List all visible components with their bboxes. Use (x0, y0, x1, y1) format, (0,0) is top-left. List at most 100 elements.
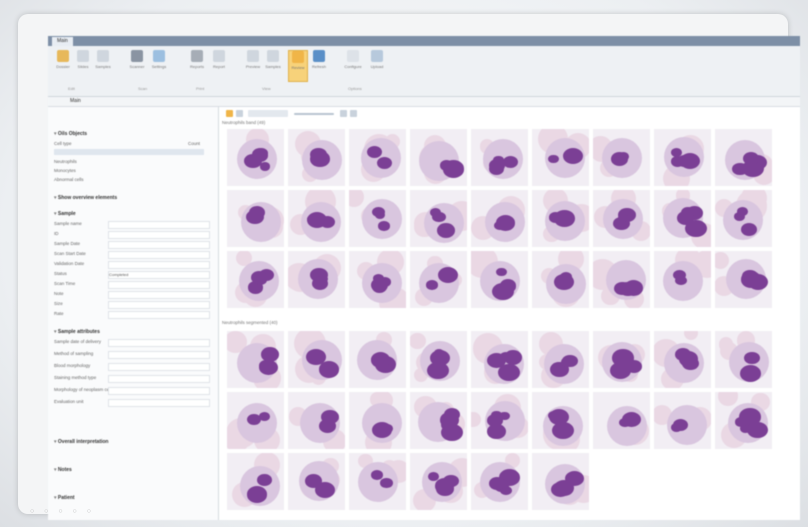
sample-field-input[interactable]: Completed (108, 271, 210, 279)
ribbon-button-2[interactable]: Samples (94, 50, 112, 69)
section-interpretation[interactable]: Overall interpretation (54, 439, 109, 445)
cell-thumbnail[interactable] (653, 391, 712, 450)
cell-type-row[interactable]: Neutrophils (54, 159, 77, 164)
cell-thumbnail[interactable] (409, 128, 468, 187)
ribbon-button-5[interactable]: Reports (188, 50, 206, 69)
sample-field-input[interactable] (108, 221, 210, 229)
cell-thumbnail[interactable] (226, 330, 285, 389)
cell-thumbnail[interactable] (226, 391, 285, 450)
cell-thumbnail[interactable] (348, 330, 407, 389)
cell-thumbnail[interactable] (653, 250, 712, 309)
attribute-field-input[interactable] (108, 399, 210, 407)
cell-thumbnail[interactable] (531, 391, 590, 450)
cell-thumbnail[interactable] (348, 391, 407, 450)
cell-thumbnail[interactable] (592, 330, 651, 389)
sample-field-input[interactable] (108, 261, 210, 269)
cell-thumbnail[interactable] (531, 128, 590, 187)
section-attributes[interactable]: Sample attributes (54, 329, 100, 335)
cell-thumbnail[interactable] (531, 189, 590, 248)
cell-thumbnail[interactable] (653, 189, 712, 248)
cell-thumbnail[interactable] (470, 452, 529, 511)
ribbon-button-7[interactable]: Preview (244, 50, 262, 69)
cell-thumbnail[interactable] (226, 250, 285, 309)
ribbon-button-6[interactable]: Report (210, 50, 228, 69)
cell-thumbnail[interactable] (470, 391, 529, 450)
cell-thumbnail[interactable] (592, 189, 651, 248)
cell-thumbnail[interactable] (653, 330, 712, 389)
cell-thumbnail[interactable] (714, 330, 773, 389)
ribbon-group-label: Options (348, 86, 362, 91)
cell-thumbnail[interactable] (470, 330, 529, 389)
ribbon-button-4[interactable]: Settings (150, 50, 168, 69)
attribute-field-input[interactable] (108, 339, 210, 347)
cell-thumbnail[interactable] (714, 128, 773, 187)
cell-thumbnail[interactable] (531, 250, 590, 309)
section-objects[interactable]: Oils Objects (54, 131, 87, 137)
cell-thumbnail[interactable] (714, 189, 773, 248)
cell-thumbnail[interactable] (226, 128, 285, 187)
cell-thumbnail[interactable] (470, 189, 529, 248)
cell-thumbnail[interactable] (714, 391, 773, 450)
tab-main[interactable]: Main (52, 37, 73, 46)
cell-type-row[interactable]: Abnormal cells (54, 177, 84, 182)
section-notes[interactable]: Notes (54, 467, 72, 473)
sample-field-input[interactable] (108, 291, 210, 299)
cell-thumbnail[interactable] (287, 330, 346, 389)
cell-type-row[interactable]: Monocytes (54, 168, 76, 173)
cell-thumbnail[interactable] (348, 128, 407, 187)
zoom-in-icon[interactable] (340, 110, 347, 117)
cell-thumbnail[interactable] (653, 128, 712, 187)
ribbon-button-0[interactable]: Dossier (54, 50, 72, 69)
ribbon-group-label: Edit (68, 86, 75, 91)
cell-thumbnail[interactable] (348, 189, 407, 248)
sample-field-input[interactable] (108, 301, 210, 309)
attribute-field-input[interactable] (108, 387, 210, 395)
cell-thumbnail[interactable] (592, 391, 651, 450)
cell-thumbnail[interactable] (470, 128, 529, 187)
cell-thumbnail[interactable] (409, 391, 468, 450)
ribbon-button-12[interactable]: Upload (368, 50, 386, 69)
sample-field-input[interactable] (108, 251, 210, 259)
section-patient[interactable]: Patient (54, 495, 75, 501)
grid-view-icon[interactable] (226, 110, 233, 117)
sample-field-input[interactable] (108, 231, 210, 239)
cell-thumbnail[interactable] (409, 452, 468, 511)
sample-field-input[interactable] (108, 311, 210, 319)
cell-thumbnail[interactable] (287, 128, 346, 187)
cell-thumbnail[interactable] (226, 189, 285, 248)
sample-field-input[interactable] (108, 241, 210, 249)
ribbon-button-10[interactable]: Refresh (310, 50, 328, 69)
cell-thumbnail[interactable] (470, 250, 529, 309)
ribbon-button-9[interactable]: Review (288, 50, 308, 82)
cell-thumbnail[interactable] (348, 452, 407, 511)
cell-thumbnail[interactable] (287, 391, 346, 450)
cell-thumbnail[interactable] (409, 189, 468, 248)
cell-thumbnail[interactable] (592, 128, 651, 187)
ribbon-button-8[interactable]: Samples (264, 50, 282, 69)
cell-thumbnail[interactable] (348, 250, 407, 309)
ribbon-button-11[interactable]: Configure (344, 50, 362, 69)
ribbon-button-1[interactable]: Slides (74, 50, 92, 69)
cell-thumbnail[interactable] (287, 250, 346, 309)
section-sample[interactable]: Sample (54, 211, 76, 217)
attribute-field-input[interactable] (108, 351, 210, 359)
cell-thumbnail[interactable] (592, 250, 651, 309)
cell-thumbnail[interactable] (409, 330, 468, 389)
cell-thumbnail[interactable] (287, 189, 346, 248)
cell-thumbnail[interactable] (226, 452, 285, 511)
attribute-field-input[interactable] (108, 363, 210, 371)
zoom-slider[interactable] (294, 113, 334, 115)
selected-row[interactable] (54, 149, 204, 155)
cell-thumbnail[interactable] (531, 330, 590, 389)
section-overview[interactable]: Show overview elements (54, 195, 117, 201)
cell-thumbnail[interactable] (531, 452, 590, 511)
list-view-icon[interactable] (236, 110, 243, 117)
refresh-icon[interactable] (350, 110, 357, 117)
sample-field-input[interactable] (108, 281, 210, 289)
attribute-field-input[interactable] (108, 375, 210, 383)
ribbon-button-3[interactable]: Scanner (128, 50, 146, 69)
cell-thumbnail[interactable] (714, 250, 773, 309)
cell-thumbnail[interactable] (287, 452, 346, 511)
sort-select[interactable] (248, 110, 288, 117)
cell-thumbnail[interactable] (409, 250, 468, 309)
